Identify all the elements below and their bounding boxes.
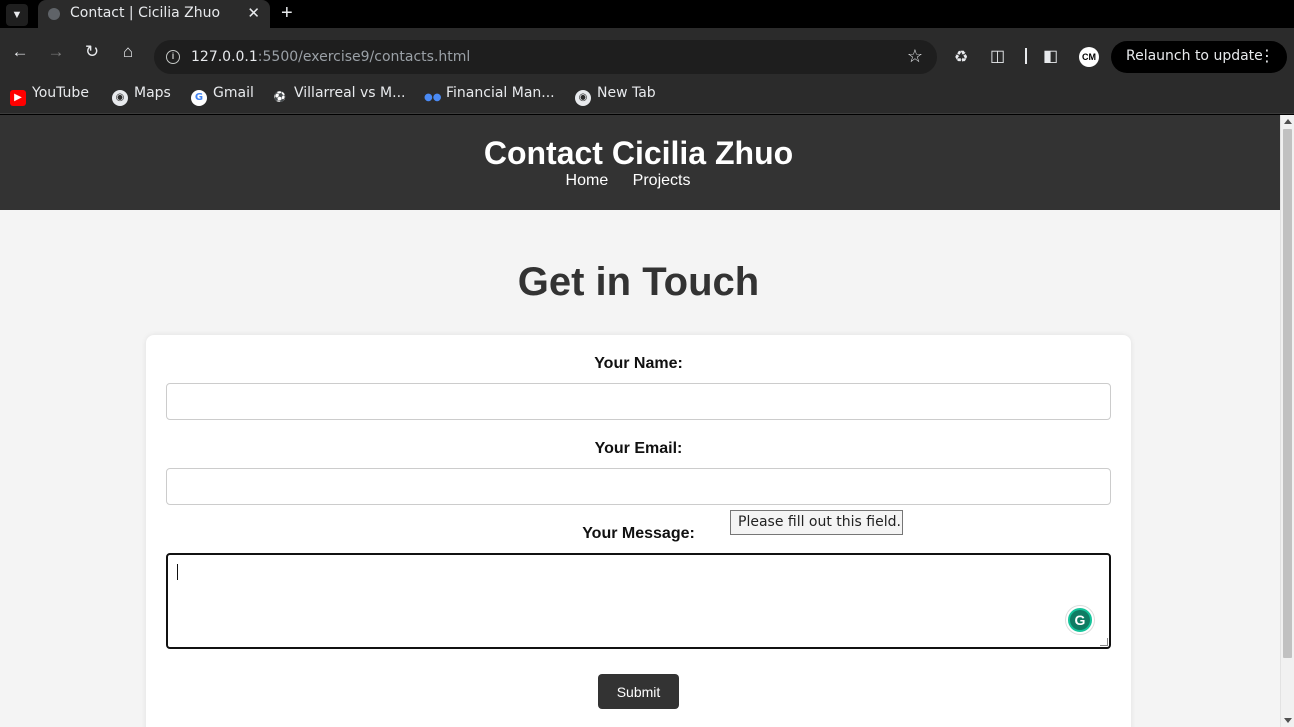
new-tab-button[interactable]: + bbox=[281, 2, 293, 25]
text-caret bbox=[177, 564, 178, 580]
submit-button[interactable]: Submit bbox=[598, 674, 679, 709]
tab-search-button[interactable]: ▼ bbox=[6, 4, 28, 26]
nav-link-home[interactable]: Home bbox=[566, 172, 609, 189]
site-title: Contact Cicilia Zhuo bbox=[483, 135, 794, 171]
name-field[interactable] bbox=[166, 383, 1111, 420]
bookmark-villarreal[interactable]: ⚽ Villarreal vs M... bbox=[272, 85, 406, 106]
youtube-icon: ▶ bbox=[10, 90, 26, 106]
bookmark-new-tab[interactable]: ◉ New Tab bbox=[575, 85, 656, 106]
contact-form: Your Name: Your Email: Your Message: G S… bbox=[146, 335, 1131, 727]
validation-tooltip: Please fill out this field. bbox=[730, 510, 903, 535]
soccer-icon: ⚽ bbox=[273, 92, 287, 103]
message-label: Your Message: bbox=[582, 525, 695, 542]
site-nav: Home Projects bbox=[0, 172, 1256, 190]
page-scrollbar[interactable] bbox=[1280, 115, 1294, 727]
nav-link-projects[interactable]: Projects bbox=[633, 172, 691, 189]
scroll-down-arrow-icon[interactable] bbox=[1284, 718, 1292, 723]
globe-icon: ◉ bbox=[112, 90, 128, 106]
people-icon: ●● bbox=[424, 92, 442, 103]
bookmarks-bar: ▶ YouTube ◉ Maps G Gmail ⚽ Villarreal vs M..… bbox=[0, 76, 1294, 114]
page-title: Get in Touch bbox=[517, 260, 760, 304]
scroll-up-arrow-icon[interactable] bbox=[1284, 119, 1292, 124]
site-header: Contact Cicilia Zhuo Home Projects bbox=[0, 115, 1280, 210]
name-label: Your Name: bbox=[594, 355, 683, 372]
more-menu-icon[interactable]: ⋮ bbox=[1259, 46, 1275, 65]
toolbar-divider bbox=[1025, 48, 1027, 64]
bookmark-gmail[interactable]: G Gmail bbox=[191, 85, 254, 106]
info-icon[interactable]: i bbox=[166, 50, 180, 64]
page-viewport: Contact Cicilia Zhuo Home Projects Get i… bbox=[0, 115, 1280, 727]
globe-icon bbox=[48, 8, 60, 20]
forward-button[interactable]: → bbox=[45, 41, 67, 63]
email-field[interactable] bbox=[166, 468, 1111, 505]
bookmark-financial[interactable]: ●● Financial Man... bbox=[424, 85, 555, 106]
home-button[interactable]: ⌂ bbox=[117, 41, 139, 63]
message-field[interactable]: G bbox=[166, 553, 1111, 649]
tab-title: Contact | Cicilia Zhuo bbox=[70, 5, 221, 21]
bookmark-maps[interactable]: ◉ Maps bbox=[112, 85, 171, 106]
scroll-thumb[interactable] bbox=[1283, 129, 1292, 658]
url-text[interactable]: 127.0.0.1:5500/exercise9/contacts.html bbox=[191, 49, 470, 65]
google-icon: G bbox=[191, 90, 207, 106]
back-button[interactable]: ← bbox=[9, 41, 31, 63]
bookmark-star-icon[interactable]: ☆ bbox=[907, 46, 923, 67]
reload-button[interactable]: ↻ bbox=[81, 41, 103, 63]
close-icon[interactable]: ✕ bbox=[247, 4, 260, 22]
grammarly-g-glyph: G bbox=[1074, 612, 1086, 628]
side-panel-icon[interactable]: ◧ bbox=[1043, 46, 1058, 66]
avatar[interactable]: CM bbox=[1079, 47, 1099, 67]
browser-toolbar: ← → ↻ ⌂ i 127.0.0.1:5500/exercise9/conta… bbox=[0, 28, 1294, 76]
grammarly-icon[interactable]: G bbox=[1066, 606, 1094, 634]
extension-icon[interactable]: ♻ bbox=[954, 47, 968, 67]
resize-handle[interactable] bbox=[1100, 638, 1108, 646]
extensions-puzzle-icon[interactable]: ◫ bbox=[990, 46, 1005, 66]
address-bar[interactable]: i 127.0.0.1:5500/exercise9/contacts.html… bbox=[154, 40, 937, 74]
tab-strip: ▼ Contact | Cicilia Zhuo ✕ + bbox=[0, 0, 1294, 28]
email-label: Your Email: bbox=[594, 440, 683, 457]
bookmark-youtube[interactable]: ▶ YouTube bbox=[10, 85, 89, 106]
active-tab[interactable]: Contact | Cicilia Zhuo ✕ bbox=[38, 0, 270, 28]
relaunch-button[interactable]: Relaunch to update ⋮ bbox=[1111, 41, 1287, 73]
globe-icon: ◉ bbox=[575, 90, 591, 106]
